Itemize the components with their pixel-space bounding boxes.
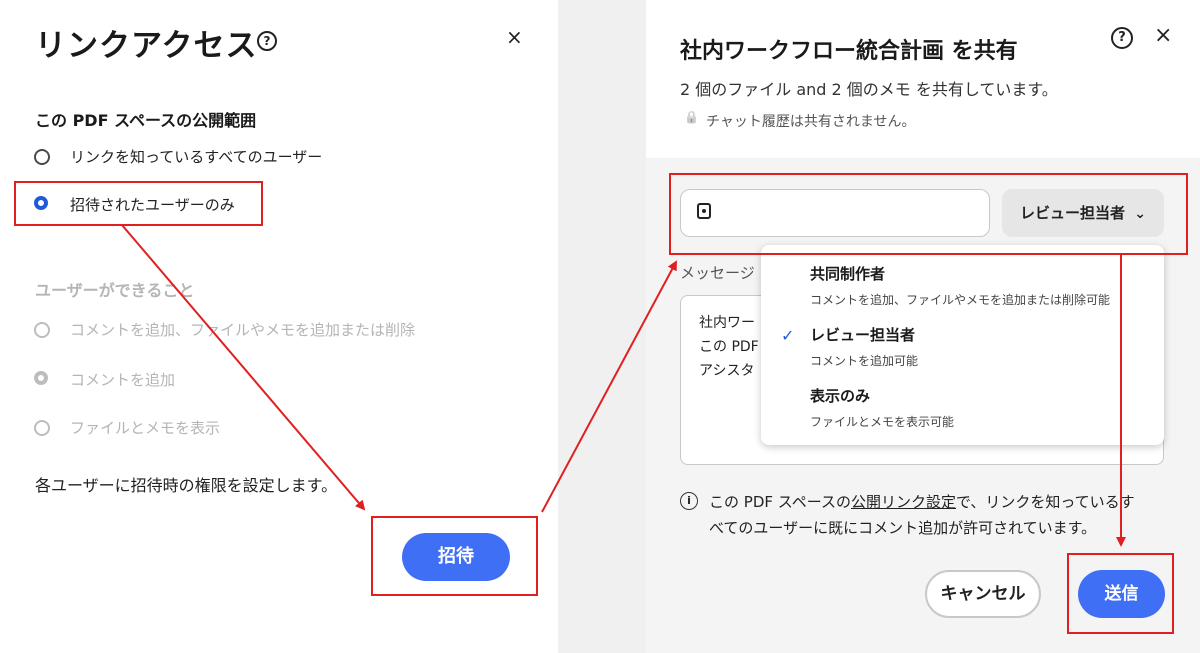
arrow-to-recipient [541, 260, 677, 513]
annotation-arrows [121, 224, 1126, 547]
arrow-to-invite [121, 224, 366, 511]
